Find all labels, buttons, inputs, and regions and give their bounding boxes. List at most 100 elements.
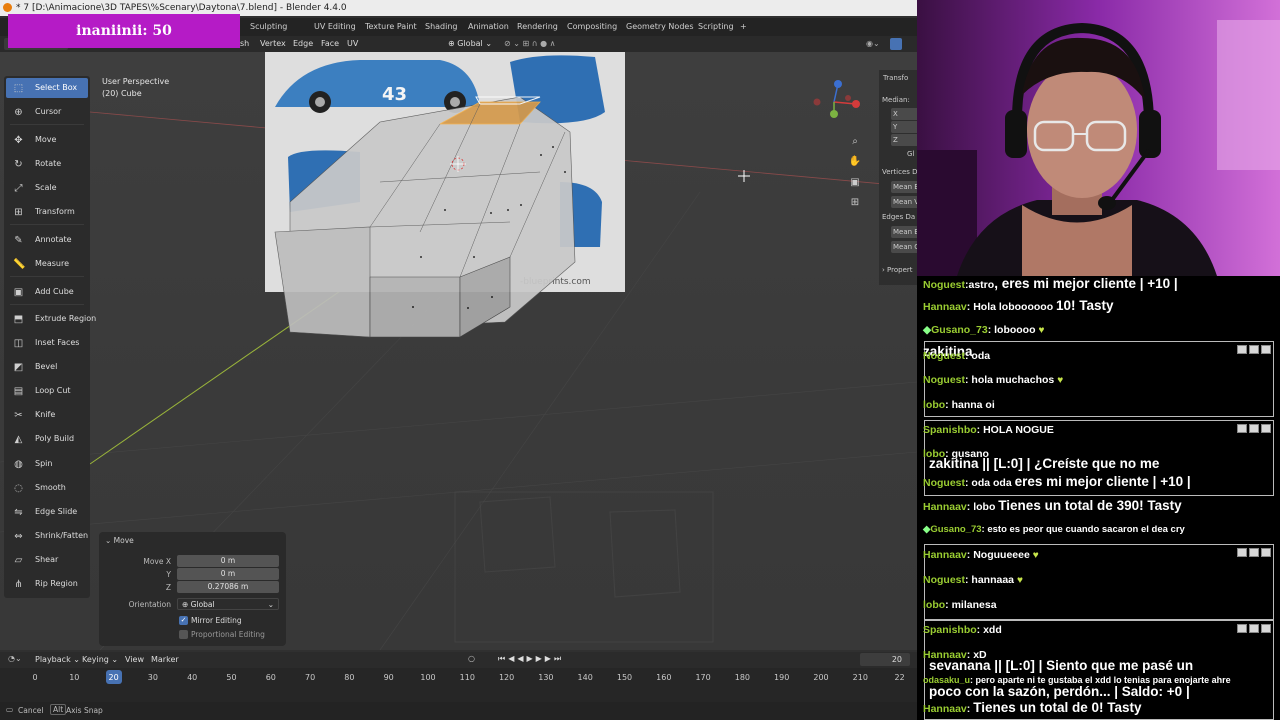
tab-geometry-nodes[interactable]: Geometry Nodes	[626, 22, 693, 31]
tab-uv-editing[interactable]: UV Editing	[314, 22, 356, 31]
tab-scripting[interactable]: Scripting	[698, 22, 734, 31]
tab-sculpting[interactable]: Sculpting	[250, 22, 287, 31]
tool-extrude[interactable]: ⬒ Extrude Region	[6, 309, 96, 329]
tool-poly-build[interactable]: ◭ Poly Build	[6, 429, 88, 449]
tool-edge-slide[interactable]: ⇋ Edge Slide	[6, 502, 88, 522]
camera-icon[interactable]: ▣	[847, 175, 863, 191]
zoom-icon[interactable]: ⌕	[847, 134, 863, 150]
menu-vertex[interactable]: Vertex	[260, 39, 286, 48]
menu-playback[interactable]: Playback ⌄	[35, 655, 80, 664]
minimize-icon[interactable]	[1237, 548, 1247, 557]
close-icon[interactable]	[1261, 424, 1271, 433]
tool-scale[interactable]: ⤢ Scale	[6, 178, 88, 198]
menu-keying[interactable]: Keying ⌄	[82, 655, 118, 664]
timeline-tick: 40	[187, 673, 198, 682]
orientation-label: Orientation	[128, 600, 171, 609]
tool-inset[interactable]: ◫ Inset Faces	[6, 333, 88, 353]
tab-animation[interactable]: Animation	[468, 22, 509, 31]
add-workspace-button[interactable]: +	[740, 22, 747, 31]
snap-icons[interactable]: ⊘ ⌄ ⊞ ∩ ● ∧	[504, 39, 556, 48]
mean-crease-field[interactable]: Mean C	[891, 241, 917, 253]
grid-toggle-icon[interactable]: ⊞	[847, 195, 863, 211]
axis-gizmo-icon[interactable]	[808, 76, 868, 126]
close-icon[interactable]	[1261, 624, 1271, 633]
gizmo-toggle-icon[interactable]	[890, 38, 902, 50]
autokey-icon[interactable]: ○	[468, 654, 475, 663]
tool-knife[interactable]: ✂ Knife	[6, 405, 88, 425]
orientation-dropdown[interactable]: ⊕ Global ⌄	[448, 39, 492, 48]
spin-icon: ◍	[14, 459, 23, 470]
mean-vertex-field[interactable]: Mean V	[891, 196, 917, 208]
tab-shading[interactable]: Shading	[425, 22, 458, 31]
mean-bevel-field[interactable]: Mean B	[891, 181, 917, 193]
mirror-editing-label: Mirror Editing	[191, 616, 242, 625]
tool-annotate[interactable]: ✎ Annotate	[6, 230, 88, 250]
playback-controls[interactable]: ⏮◀◀▶▶▶⏭	[498, 654, 564, 664]
npanel-tab[interactable]: Transfo	[883, 74, 908, 82]
current-frame-field[interactable]: 20	[860, 653, 910, 666]
blender-logo-icon	[3, 3, 12, 12]
median-y-field[interactable]: Y	[891, 121, 917, 133]
tab-texture-paint[interactable]: Texture Paint	[365, 22, 417, 31]
chat-user: Gusano_73	[930, 524, 982, 535]
global-toggle[interactable]: Gl	[907, 150, 914, 158]
menu-keying-label: Keying	[82, 655, 109, 664]
tool-shear[interactable]: ▱ Shear	[6, 550, 88, 570]
tool-spin[interactable]: ◍ Spin	[6, 454, 88, 474]
tool-rotate[interactable]: ↻ Rotate	[6, 154, 88, 174]
chat-message: Noguest: oda oda eres mi mejor cliente |…	[923, 474, 1191, 489]
tool-move[interactable]: ✥ Move	[6, 130, 88, 150]
tool-add-cube[interactable]: ▣ Add Cube	[6, 282, 88, 302]
tool-bevel[interactable]: ◩ Bevel	[6, 357, 88, 377]
maximize-icon[interactable]	[1249, 424, 1259, 433]
tool-shrink[interactable]: ⇔ Shrink/Fatten	[6, 526, 88, 546]
menu-mesh[interactable]: sh	[240, 39, 249, 48]
move-icon: ✥	[14, 135, 23, 146]
median-x-field[interactable]: X	[891, 108, 917, 120]
tool-loop-cut[interactable]: ▤ Loop Cut	[6, 381, 88, 401]
chat-text: oda oda	[971, 477, 1012, 489]
menu-edge[interactable]: Edge	[293, 39, 313, 48]
maximize-icon[interactable]	[1249, 345, 1259, 354]
menu-face[interactable]: Face	[321, 39, 339, 48]
move-z-field[interactable]: 0.27086 m	[177, 581, 279, 593]
close-icon[interactable]	[1261, 548, 1271, 557]
maximize-icon[interactable]	[1249, 624, 1259, 633]
minimize-icon[interactable]	[1237, 424, 1247, 433]
mirror-editing-checkbox[interactable]: ✓	[179, 616, 188, 625]
close-icon[interactable]	[1261, 345, 1271, 354]
median-z-field[interactable]: Z	[891, 134, 917, 146]
scale-icon: ⤢	[14, 183, 23, 194]
maximize-icon[interactable]	[1249, 548, 1259, 557]
tool-select-box[interactable]: ⬚ Select Box	[6, 78, 88, 98]
pan-hand-icon[interactable]: ✋	[847, 154, 863, 170]
chat-user: Hannaav	[923, 501, 967, 513]
mean-bevel-edge-field[interactable]: Mean B	[891, 226, 917, 238]
chat-text: astro	[968, 279, 995, 291]
move-y-field[interactable]: 0 m	[177, 568, 279, 580]
visibility-icon[interactable]: ◉⌄	[866, 39, 880, 48]
tool-measure[interactable]: 📏 Measure	[6, 254, 88, 274]
timeline-ruler[interactable]: 0 10 20 30 40 50 60 70 80 90 100 110 120 130 140 150 160…	[0, 668, 917, 702]
menu-marker[interactable]: Marker	[151, 655, 179, 664]
tool-cursor[interactable]: ⊕ Cursor	[6, 102, 88, 122]
tool-smooth[interactable]: ◌ Smooth	[6, 478, 88, 498]
tab-rendering[interactable]: Rendering	[517, 22, 558, 31]
tool-transform[interactable]: ⊞ Transform	[6, 202, 88, 222]
menu-uv[interactable]: UV	[347, 39, 358, 48]
orientation-value: Global	[457, 39, 483, 48]
chat-user: Noguest	[923, 350, 965, 362]
minimize-icon[interactable]	[1237, 345, 1247, 354]
operator-title[interactable]: ⌄ Move	[105, 536, 134, 545]
properties-label: Propert	[887, 266, 913, 274]
minimize-icon[interactable]	[1237, 624, 1247, 633]
proportional-editing-checkbox[interactable]	[179, 630, 188, 639]
menu-view[interactable]: View	[125, 655, 144, 664]
editor-type-icon[interactable]: ◔⌄	[8, 654, 22, 663]
properties-section[interactable]: › Propert	[882, 266, 913, 274]
orientation-select[interactable]: ⊕ Global ⌄	[177, 598, 279, 610]
shrink-icon: ⇔	[14, 531, 23, 542]
tab-compositing[interactable]: Compositing	[567, 22, 617, 31]
move-x-field[interactable]: 0 m	[177, 555, 279, 567]
tool-rip[interactable]: ⋔ Rip Region	[6, 574, 88, 594]
